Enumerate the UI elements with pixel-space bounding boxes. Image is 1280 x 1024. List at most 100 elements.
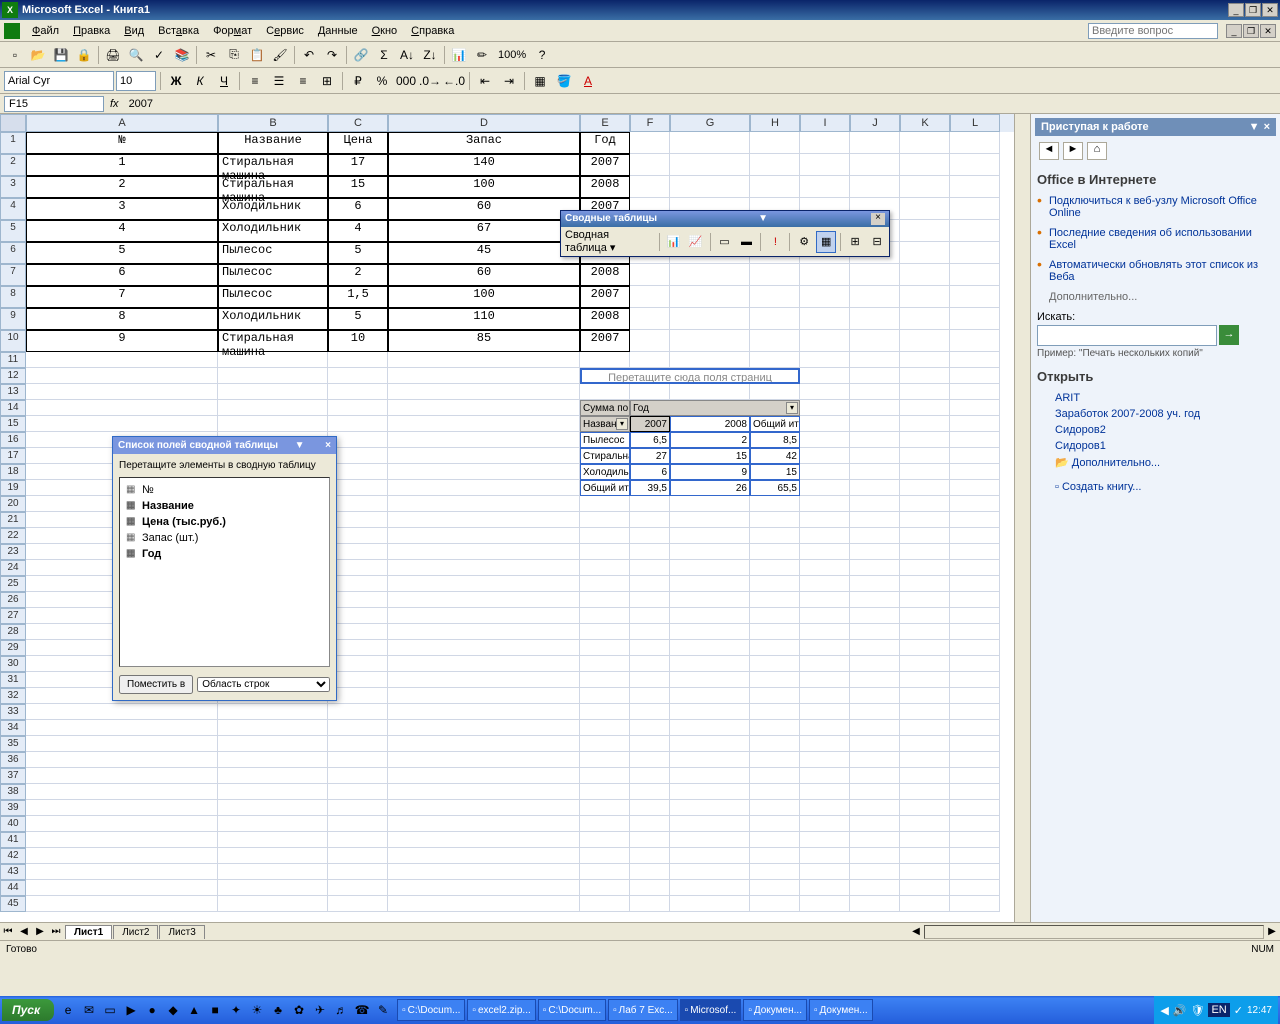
align-right-icon[interactable]: ≡: [292, 70, 314, 92]
preview-icon[interactable]: 🔍: [125, 44, 147, 66]
copy-icon[interactable]: ⎘: [223, 44, 245, 66]
align-center-icon[interactable]: ☰: [268, 70, 290, 92]
tray-icon[interactable]: ◀: [1160, 1004, 1168, 1017]
fieldlist-item[interactable]: Цена (тыс.руб.): [124, 514, 325, 530]
pivot-menu[interactable]: Сводная таблица ▾: [563, 229, 655, 254]
tray-icon[interactable]: 🛡: [1191, 1004, 1205, 1017]
spell-icon[interactable]: ✓: [148, 44, 170, 66]
ql-app6-icon[interactable]: ☀: [247, 999, 267, 1021]
question-input[interactable]: [1088, 23, 1218, 39]
hyperlink-icon[interactable]: 🔗: [350, 44, 372, 66]
pivot-show-icon[interactable]: ▬: [736, 231, 756, 253]
menu-view[interactable]: Вид: [118, 23, 150, 39]
tab-prev-icon[interactable]: ◀: [16, 926, 32, 937]
pivot-field-list[interactable]: Список полей сводной таблицы ▼ × Перетащ…: [112, 436, 337, 701]
tab-first-icon[interactable]: ⏮: [0, 926, 16, 937]
pivot-toolbar-title[interactable]: Сводные таблицы ▼ ×: [561, 211, 889, 227]
pivot-chart-icon[interactable]: 📈: [686, 231, 706, 253]
doc-minimize-button[interactable]: _: [1226, 24, 1242, 38]
pivot-settings-icon[interactable]: ⚙: [794, 231, 814, 253]
tray-icon[interactable]: 🔊: [1173, 1004, 1187, 1017]
taskbar-item[interactable]: ▫Microsof...: [680, 999, 742, 1021]
fx-icon[interactable]: fx: [110, 98, 119, 110]
font-color-icon[interactable]: A: [577, 70, 599, 92]
pivot-hide-icon[interactable]: ▭: [714, 231, 734, 253]
tab-next-icon[interactable]: ▶: [32, 926, 48, 937]
hscroll-right-icon[interactable]: ▶: [1264, 926, 1280, 937]
doc-restore-button[interactable]: ❐: [1243, 24, 1259, 38]
menu-format[interactable]: Формат: [207, 23, 258, 39]
nav-home-icon[interactable]: ⌂: [1087, 142, 1107, 160]
taskbar-item[interactable]: ▫C:\Docum...: [397, 999, 465, 1021]
ql-app8-icon[interactable]: ✿: [289, 999, 309, 1021]
tray-lang[interactable]: EN: [1208, 1003, 1229, 1017]
search-go-button[interactable]: →: [1219, 325, 1239, 345]
file-link[interactable]: Заработок 2007-2008 уч. год: [1035, 406, 1276, 422]
cut-icon[interactable]: ✂: [200, 44, 222, 66]
link-connect[interactable]: Подключиться к веб-узлу Microsoft Office…: [1035, 193, 1276, 221]
underline-icon[interactable]: Ч: [213, 70, 235, 92]
fieldlist-dropdown-icon[interactable]: ▼: [295, 440, 305, 451]
italic-icon[interactable]: К: [189, 70, 211, 92]
taskpane-close-icon[interactable]: ×: [1264, 121, 1270, 133]
autosum-icon[interactable]: Σ: [373, 44, 395, 66]
open-icon[interactable]: 📂: [27, 44, 49, 66]
file-link[interactable]: Сидоров2: [1035, 422, 1276, 438]
ql-mail-icon[interactable]: ✉: [79, 999, 99, 1021]
menu-file[interactable]: Файл: [26, 23, 65, 39]
inc-indent-icon[interactable]: ⇥: [498, 70, 520, 92]
tab-last-icon[interactable]: ⏭: [48, 926, 64, 937]
vscrollbar[interactable]: [1014, 114, 1030, 922]
help-icon[interactable]: ?: [531, 44, 553, 66]
chart-icon[interactable]: 📊: [448, 44, 470, 66]
undo-icon[interactable]: ↶: [298, 44, 320, 66]
menu-data[interactable]: Данные: [312, 23, 364, 39]
formula-input[interactable]: 2007: [125, 97, 1280, 111]
new-icon[interactable]: ▫: [4, 44, 26, 66]
ql-media-icon[interactable]: ▶: [121, 999, 141, 1021]
start-button[interactable]: Пуск: [2, 999, 54, 1021]
tray-clock[interactable]: 12:47: [1247, 1005, 1272, 1016]
font-name-select[interactable]: [4, 71, 114, 91]
fieldlist-item[interactable]: Запас (шт.): [124, 530, 325, 546]
fill-color-icon[interactable]: 🪣: [553, 70, 575, 92]
taskbar-item[interactable]: ▫C:\Docum...: [538, 999, 606, 1021]
ql-app1-icon[interactable]: ●: [142, 999, 162, 1021]
ql-app9-icon[interactable]: ✈: [310, 999, 330, 1021]
dec-decimal-icon[interactable]: ←.0: [443, 70, 465, 92]
ql-app11-icon[interactable]: ☎: [352, 999, 372, 1021]
app-icon[interactable]: [4, 23, 20, 39]
sheet-tab-3[interactable]: Лист3: [159, 925, 204, 939]
file-link[interactable]: Сидоров1: [1035, 438, 1276, 454]
ql-ie-icon[interactable]: e: [58, 999, 78, 1021]
place-button[interactable]: Поместить в: [119, 675, 193, 694]
pivot-refresh-icon[interactable]: !: [765, 231, 785, 253]
pivot-ungroup-icon[interactable]: ⊟: [867, 231, 887, 253]
comma-icon[interactable]: 000: [395, 70, 417, 92]
menu-insert[interactable]: Вставка: [152, 23, 205, 39]
menu-help[interactable]: Справка: [405, 23, 460, 39]
tray-icon[interactable]: ✓: [1234, 1004, 1243, 1017]
sheet-tab-1[interactable]: Лист1: [65, 925, 112, 939]
inc-decimal-icon[interactable]: .0→: [419, 70, 441, 92]
create-workbook[interactable]: ▫ Создать книгу...: [1035, 479, 1276, 495]
menu-tools[interactable]: Сервис: [260, 23, 310, 39]
fieldlist-title[interactable]: Список полей сводной таблицы ▼ ×: [113, 437, 336, 454]
print-icon[interactable]: 🖨: [102, 44, 124, 66]
bold-icon[interactable]: Ж: [165, 70, 187, 92]
link-autoUpdate[interactable]: Автоматически обновлять этот список из В…: [1035, 257, 1276, 285]
align-left-icon[interactable]: ≡: [244, 70, 266, 92]
restore-button[interactable]: ❐: [1245, 3, 1261, 17]
area-select[interactable]: Область строк: [197, 677, 330, 692]
redo-icon[interactable]: ↷: [321, 44, 343, 66]
paste-icon[interactable]: 📋: [246, 44, 268, 66]
taskpane-dropdown-icon[interactable]: ▼: [1249, 121, 1260, 133]
merge-icon[interactable]: ⊞: [316, 70, 338, 92]
font-size-select[interactable]: [116, 71, 156, 91]
ql-app3-icon[interactable]: ▲: [184, 999, 204, 1021]
ql-app7-icon[interactable]: ♣: [268, 999, 288, 1021]
search-input[interactable]: [1037, 325, 1217, 346]
fieldlist-item[interactable]: №: [124, 482, 325, 498]
save-icon[interactable]: 💾: [50, 44, 72, 66]
sheet-tab-2[interactable]: Лист2: [113, 925, 158, 939]
